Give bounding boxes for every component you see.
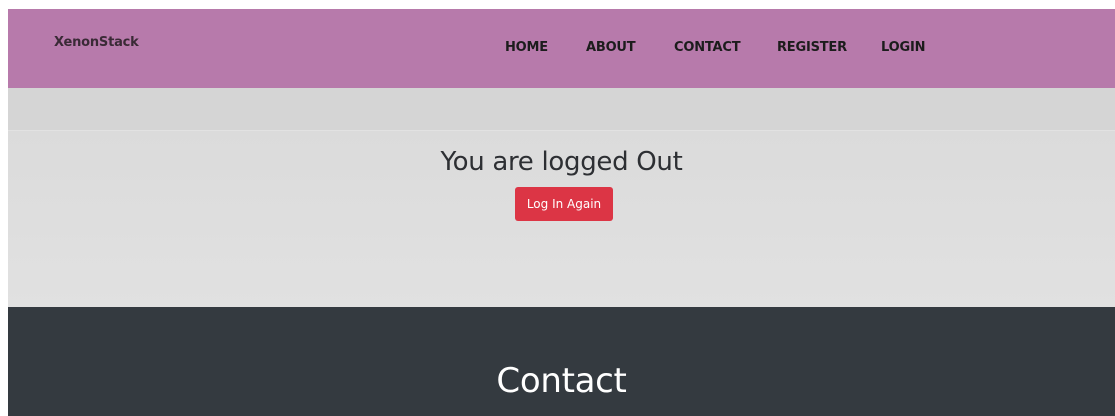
hero-divider — [8, 130, 1115, 131]
log-in-again-button[interactable]: Log In Again — [515, 187, 613, 221]
nav-link-login[interactable]: LOGIN — [881, 40, 925, 55]
contact-footer: Contact — [8, 307, 1115, 416]
contact-heading: Contact — [496, 361, 627, 401]
brand-logo-text[interactable]: XenonStack — [54, 35, 139, 50]
top-navbar: XenonStack HOME ABOUT CONTACT REGISTER L… — [8, 9, 1115, 88]
nav-link-register[interactable]: REGISTER — [777, 40, 847, 55]
nav-link-about[interactable]: ABOUT — [586, 40, 636, 55]
logout-message-heading: You are logged Out — [440, 147, 683, 177]
logout-hero-section: You are logged Out Log In Again — [8, 88, 1115, 307]
page: XenonStack HOME ABOUT CONTACT REGISTER L… — [0, 0, 1115, 416]
nav-link-contact[interactable]: CONTACT — [674, 40, 741, 55]
nav-link-home[interactable]: HOME — [505, 40, 548, 55]
